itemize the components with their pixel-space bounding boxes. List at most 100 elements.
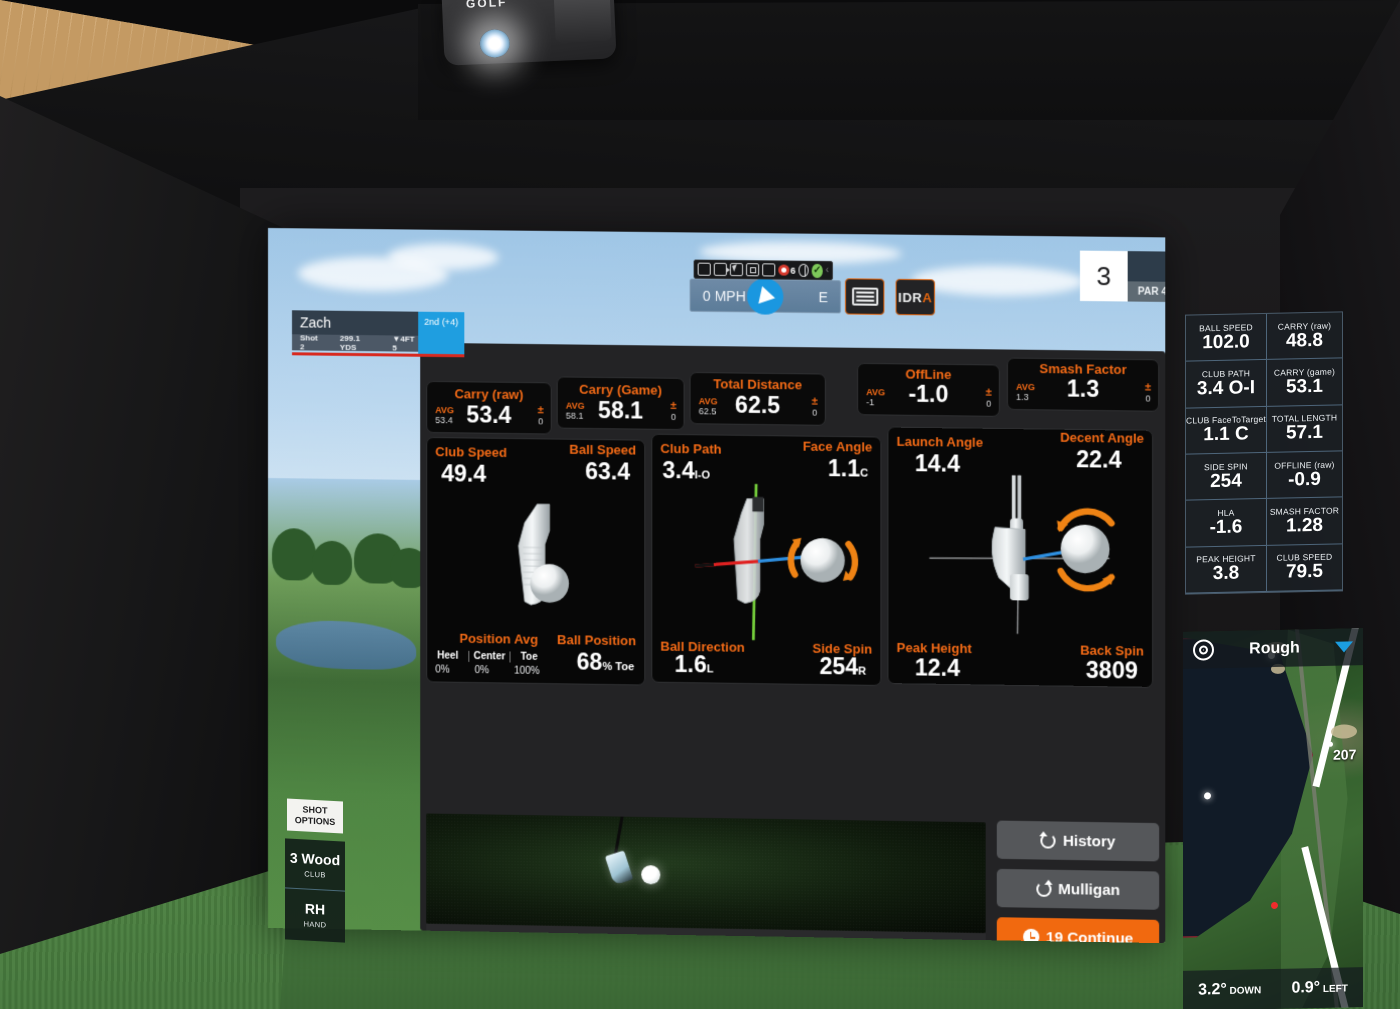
alert-badge[interactable]: 6: [778, 264, 796, 276]
panel-impact[interactable]: Club Speed 49.4 Ball Speed 63.4 Position…: [426, 436, 646, 686]
slope-vertical-value: 3.2°: [1198, 980, 1227, 999]
back-spin-value: 3809: [1085, 656, 1138, 684]
tile-total-distance[interactable]: Total Distance 62.5 AVG 62.5 ±0: [689, 371, 826, 426]
player-banner[interactable]: Zach 2nd (+4) Shot 2 299.1 YDS ▼4FT 5: [292, 310, 465, 358]
stat-value: 79.5: [1285, 561, 1323, 583]
continue-button[interactable]: 19 Continue: [996, 917, 1160, 944]
target-icon[interactable]: [1193, 639, 1214, 661]
projection-screen: 6 ✓ ‹ 0 MPH E IDRA 3 Bay Hill PAR 4: [268, 228, 1166, 944]
screen-capture-toolbar[interactable]: 6 ✓ ‹: [693, 259, 833, 281]
wind-arrow-icon: [758, 285, 778, 307]
panel-club-path[interactable]: Club Path 3.4I-O Face Angle 1.1C Ball Di…: [651, 433, 882, 686]
club-selector-panel[interactable]: 3 Wood CLUB RH HAND: [285, 838, 345, 943]
minimap-distance-label: 207: [1333, 746, 1357, 763]
position-val-center: 0%: [474, 664, 490, 677]
hole-number: 3: [1079, 250, 1128, 302]
continue-label: 19 Continue: [1046, 928, 1134, 944]
stat-cell: CLUB FaceToTarget 1.1 C: [1186, 406, 1267, 455]
idra-button[interactable]: IDRA: [895, 278, 936, 316]
position-col-center: Center: [468, 650, 511, 663]
shot-distance: 299.1 YDS: [339, 333, 360, 353]
hole-info[interactable]: Bay Hill PAR 4 400 YDS: [1127, 251, 1166, 304]
slope-vertical-label: DOWN: [1229, 985, 1262, 997]
club-key: CLUB: [304, 868, 326, 880]
panel-launch[interactable]: Launch Angle 14.4 Decent Angle 22.4 Peak…: [887, 426, 1154, 688]
cursor-icon[interactable]: [729, 262, 744, 277]
chevron-down-icon[interactable]: [1335, 641, 1353, 653]
stat-cell: CARRY (game) 53.1: [1266, 358, 1342, 407]
lie-label: Rough: [1249, 638, 1300, 657]
club-speed-label: Club Speed: [435, 444, 508, 461]
club-path-graphic: [656, 481, 878, 645]
minimap-header[interactable]: Rough: [1183, 628, 1363, 669]
tile-offline[interactable]: OffLine -1.0 AVG -1 ±0: [857, 362, 1000, 417]
stat-value: -0.9: [1288, 468, 1321, 491]
shot-number: Shot 2: [300, 333, 318, 352]
mulligan-button[interactable]: Mulligan: [996, 868, 1160, 910]
position-columns: Heel Center Toe: [437, 650, 537, 662]
mulligan-icon: [1035, 881, 1052, 897]
record-dot-icon: [778, 264, 790, 276]
club-selection[interactable]: 3 Wood CLUB: [285, 838, 345, 892]
projector-lens: [479, 28, 511, 59]
hand-selection[interactable]: RH HAND: [285, 888, 345, 941]
tile-avg: AVG 1.3: [1016, 381, 1036, 402]
decent-angle-label: Decent Angle: [1060, 429, 1144, 446]
video-icon[interactable]: [713, 262, 727, 276]
slope-vertical: 3.2° DOWN: [1198, 980, 1261, 999]
minimap-slope-readout: 3.2° DOWN 0.9° LEFT: [1183, 967, 1363, 1009]
wind-direction-dial: [747, 277, 784, 315]
stat-value: 254: [1210, 470, 1242, 492]
multi-window-icon[interactable]: [762, 263, 776, 277]
tree: [312, 540, 353, 586]
shot-elevation: ▼4FT 5: [392, 334, 415, 353]
player-standing: 2nd (+4): [418, 311, 465, 355]
tile-carry-raw[interactable]: Carry (raw) 53.4 AVG 53.4 ±0: [426, 380, 552, 435]
collapse-caret-icon[interactable]: ‹: [825, 265, 828, 276]
wind-compass-label: E: [818, 288, 828, 305]
left-wall: [0, 96, 290, 1009]
stat-value: 1.28: [1285, 514, 1323, 537]
stat-value: 57.1: [1285, 422, 1323, 444]
launch-angle-graphic: [897, 472, 1150, 639]
hole-details: PAR 4 400 YDS: [1127, 281, 1166, 304]
slope-lateral-label: LEFT: [1322, 983, 1348, 995]
stat-cell: SMASH FACTOR 1.28: [1266, 497, 1342, 546]
slope-lateral: 0.9° LEFT: [1291, 978, 1347, 997]
stat-value: 53.1: [1285, 375, 1323, 398]
tile-variance: ±0: [985, 386, 992, 409]
tile-avg: AVG 58.1: [565, 400, 585, 421]
check-icon[interactable]: ✓: [811, 263, 823, 278]
screenshot-icon[interactable]: [697, 262, 711, 276]
shot-data-panel: Carry (raw) 53.4 AVG 53.4 ±0 Carry (Game)…: [420, 342, 1166, 944]
tile-variance: ±0: [670, 399, 677, 422]
hole-minimap[interactable]: 207 Rough 3.2° DOWN 0.9° LEFT: [1183, 628, 1363, 1009]
slope-lateral-value: 0.9°: [1291, 979, 1321, 997]
stat-value: 3.4 O-I: [1196, 377, 1255, 400]
shot-options-line2: OPTIONS: [294, 814, 336, 828]
wind-indicator[interactable]: 0 MPH E: [689, 277, 841, 315]
tile-carry-game[interactable]: Carry (Game) 58.1 AVG 58.1 ±0: [556, 376, 685, 431]
window-icon[interactable]: [746, 263, 760, 277]
impact-face-graphic: [453, 486, 569, 629]
tile-smash-factor[interactable]: Smash Factor 1.3 AVG 1.3 ±0: [1006, 357, 1160, 412]
tile-label: Carry (raw): [454, 386, 524, 403]
stat-cell: CLUB PATH 3.4 O-I: [1186, 360, 1267, 409]
alert-count: 6: [790, 265, 796, 276]
stat-cell: HLA -1.6: [1186, 499, 1267, 548]
history-button[interactable]: History: [996, 820, 1160, 862]
projector-brand-label: GOLF: [465, 0, 508, 11]
player-shot-info: Shot 2 299.1 YDS ▼4FT 5: [292, 333, 419, 353]
projector-body: [553, 0, 612, 43]
simulator-room: GOLF 6 ✓ ‹ 0 MPH E IDRA 3 PAR 4 Zach 2nd…: [0, 0, 1400, 1009]
keyboard-button[interactable]: [844, 278, 885, 315]
position-values: 0% 0% 100%: [435, 664, 539, 677]
position-col-toe: Toe: [520, 651, 538, 663]
stat-cell: BALL SPEED 102.0: [1186, 313, 1267, 362]
swing-video[interactable]: [426, 813, 986, 934]
club-speed-value: 49.4: [441, 460, 487, 487]
tile-variance: ±0: [537, 404, 544, 426]
shot-options-button[interactable]: SHOT OPTIONS: [287, 798, 343, 834]
ceiling-projector: GOLF: [441, 0, 617, 66]
compass-icon[interactable]: [798, 263, 809, 277]
